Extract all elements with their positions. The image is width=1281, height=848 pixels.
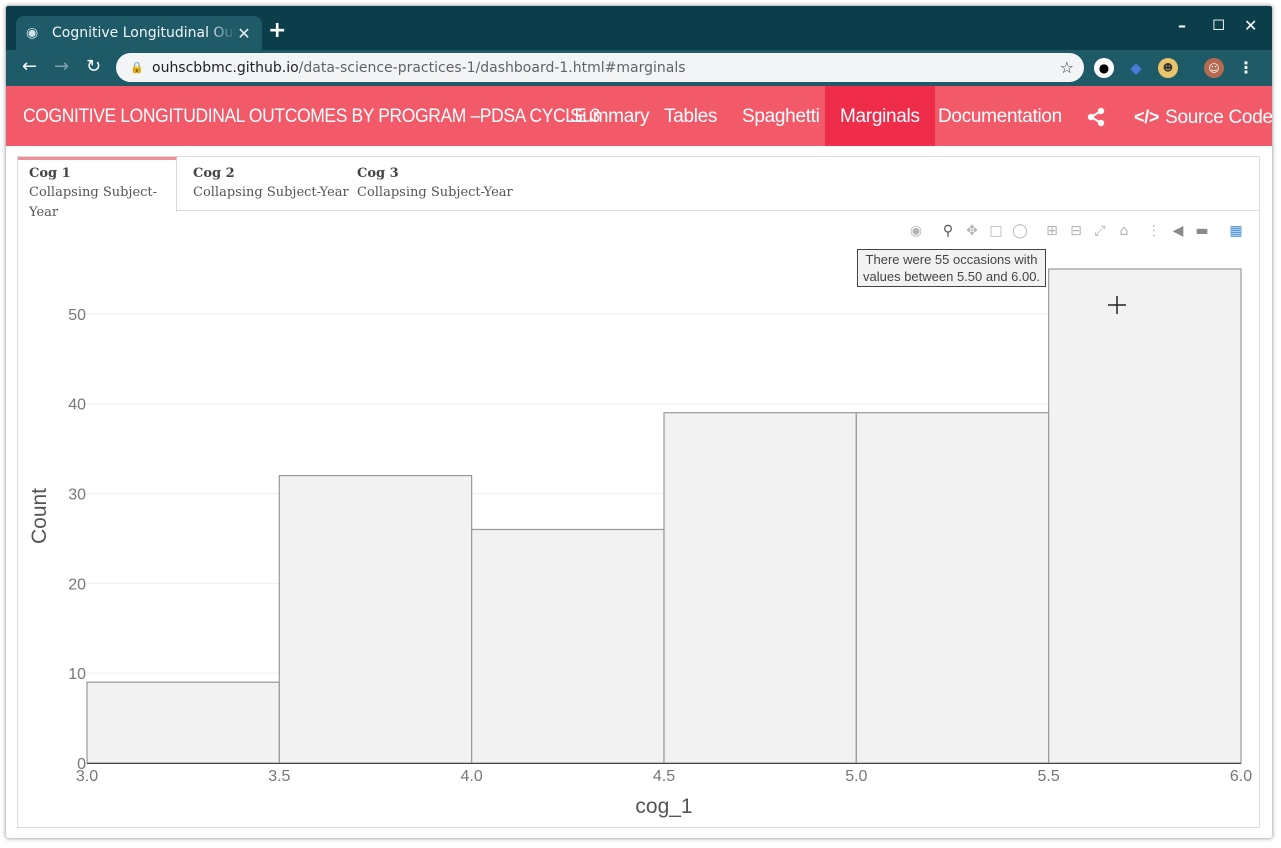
tab-strip: ◉ Cognitive Longitudinal Outcomes ✕ + – … — [6, 6, 1272, 50]
browser-window: ◉ Cognitive Longitudinal Outcomes ✕ + – … — [6, 6, 1272, 838]
nav-tables[interactable]: Tables — [649, 86, 732, 146]
back-icon[interactable]: ← — [22, 56, 37, 78]
tab-title: Cognitive Longitudinal Outcomes — [52, 25, 236, 41]
x-tick-label: 5.0 — [845, 768, 867, 785]
histogram-bar[interactable] — [471, 528, 665, 764]
x-tick-label: 3.0 — [76, 768, 98, 785]
close-window-icon[interactable]: ✕ — [1244, 16, 1257, 35]
share-icon[interactable] — [1086, 107, 1106, 127]
nav-summary[interactable]: Summary — [555, 86, 664, 146]
bookmark-star-icon[interactable]: ☆ — [1060, 58, 1074, 77]
x-tick-label: 3.5 — [268, 768, 290, 785]
nav-documentation[interactable]: Documentation — [923, 86, 1077, 146]
maximize-icon[interactable]: ◻ — [1212, 14, 1225, 33]
x-tick-label: 4.0 — [461, 768, 483, 785]
avatar[interactable]: ☺ — [1204, 58, 1224, 78]
browser-menu-icon[interactable]: ⋮ — [1238, 58, 1254, 77]
x-axis-title: cog_1 — [635, 795, 692, 818]
nav-spaghetti[interactable]: Spaghetti — [727, 86, 835, 146]
x-tick-label: 5.5 — [1038, 768, 1060, 785]
y-tick-label: 20 — [68, 576, 86, 593]
tooltip-line-1: There were 55 occasions with — [865, 252, 1038, 267]
y-tick-label: 30 — [68, 487, 86, 504]
dashboard-title[interactable]: COGNITIVE LONGITUDINAL OUTCOMES BY PROGR… — [23, 86, 600, 146]
lock-icon: 🔒 — [130, 61, 144, 74]
histogram-bar[interactable] — [1048, 268, 1242, 764]
x-tick-label: 4.5 — [653, 768, 675, 785]
y-tick-label: 50 — [68, 307, 86, 324]
github-icon[interactable]: ● — [1094, 58, 1114, 78]
browser-toolbar: ← → ↻ 🔒 ouhscbbmc.github.io/data-science… — [6, 50, 1272, 86]
histogram-bar[interactable] — [663, 412, 857, 764]
histogram-bar[interactable] — [855, 412, 1050, 764]
extension-face-icon[interactable]: ☻ — [1158, 58, 1178, 78]
code-icon: </> — [1134, 107, 1160, 127]
reload-icon[interactable]: ↻ — [86, 56, 101, 78]
close-tab-icon[interactable]: ✕ — [236, 24, 252, 43]
x-tick-label: 6.0 — [1230, 768, 1252, 785]
extension-icon[interactable]: ◆ — [1126, 58, 1146, 78]
source-code-link[interactable]: </> Source Code — [1134, 86, 1272, 146]
tooltip-line-2: values between 5.50 and 6.00. — [863, 269, 1041, 284]
url-path: /data-science-practices-1/dashboard-1.ht… — [298, 59, 686, 76]
page: COGNITIVE LONGITUDINAL OUTCOMES BY PROGR… — [6, 86, 1272, 838]
nav-marginals[interactable]: Marginals — [825, 86, 935, 146]
histogram-bar[interactable] — [86, 681, 280, 764]
source-code-label: Source Code — [1165, 107, 1272, 128]
browser-tab[interactable]: ◉ Cognitive Longitudinal Outcomes ✕ — [16, 16, 262, 50]
hover-tooltip: There were 55 occasions with values betw… — [857, 249, 1047, 287]
y-axis-title: Count — [28, 488, 51, 544]
histogram-chart[interactable]: 010203040503.0 3.5 4.0 4.5 5.0 5.5 6.0cog_1Cou… — [18, 157, 1259, 827]
dashboard-navbar: COGNITIVE LONGITUDINAL OUTCOMES BY PROGR… — [6, 86, 1272, 146]
globe-icon: ◉ — [26, 25, 39, 41]
tabset-panel: Cog 1 Collapsing Subject-Year Cog 2 Coll… — [17, 156, 1260, 828]
forward-icon[interactable]: → — [54, 56, 69, 78]
url-host: ouhscbbmc.github.io — [152, 59, 299, 76]
minimize-icon[interactable]: – — [1178, 16, 1186, 35]
y-tick-label: 40 — [68, 397, 86, 414]
y-tick-label: 10 — [68, 666, 86, 683]
new-tab-icon[interactable]: + — [268, 20, 286, 42]
address-bar[interactable]: 🔒 ouhscbbmc.github.io/data-science-pract… — [116, 53, 1084, 82]
histogram-bar[interactable] — [278, 474, 473, 764]
